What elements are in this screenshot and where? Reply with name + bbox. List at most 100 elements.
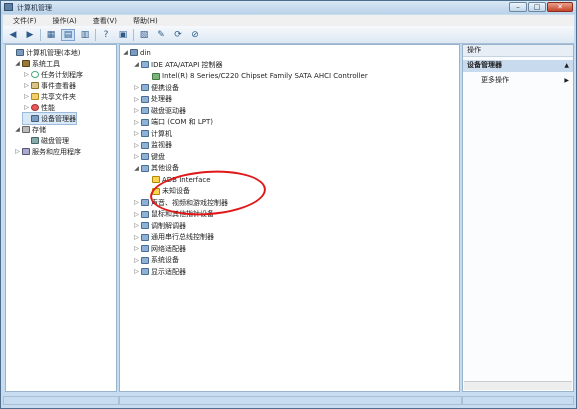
tree-twisty[interactable]: ◢ <box>14 60 21 67</box>
tree-label: 任务计划程序 <box>41 70 83 79</box>
tree-twisty[interactable]: ◢ <box>122 49 129 56</box>
more-actions-link[interactable]: 更多操作 <box>481 75 509 86</box>
actions-section-device-manager[interactable]: 设备管理器 ▲ <box>463 60 573 72</box>
collapse-arrow-icon[interactable]: ▲ <box>564 60 569 71</box>
tree-twisty[interactable]: ▷ <box>133 142 140 149</box>
device-tree-item[interactable]: ▷ 调制解调器 <box>133 220 186 231</box>
device-tree-item[interactable]: ▷ 网络适配器 <box>133 243 186 254</box>
status-cell <box>3 396 119 405</box>
tree-item-device-manager[interactable]: 设备管理器 <box>22 112 77 125</box>
navigation-tree[interactable]: 计算机管理(本地) ◢ 系统工具 ▷ 任务计划程序 ▷ 事件查看器 ▷ 共享文件… <box>5 44 117 392</box>
tree-item-services-applications[interactable]: ▷ 服务和应用程序 <box>14 146 81 157</box>
device-tree-item[interactable]: ▷ 监视器 <box>133 140 172 151</box>
device-tree-item[interactable]: ▷ 通用串行总线控制器 <box>133 232 214 243</box>
more-actions-arrow-icon[interactable]: ▶ <box>564 75 569 86</box>
tree-item-task-scheduler[interactable]: ▷ 任务计划程序 <box>23 69 83 80</box>
tree-twisty[interactable]: ◢ <box>133 165 140 172</box>
properties-icon[interactable]: ▥ <box>78 29 92 41</box>
tree-twisty[interactable]: ▷ <box>23 104 30 111</box>
disable-device-icon[interactable]: ⊘ <box>188 29 202 41</box>
tree-twisty[interactable]: ▷ <box>133 84 140 91</box>
tree-item-disk-management[interactable]: 磁盘管理 <box>23 135 69 146</box>
menu-file[interactable]: 文件(F) <box>3 15 43 26</box>
menu-help[interactable]: 帮助(H) <box>123 15 164 26</box>
tree-twisty[interactable]: ▷ <box>133 153 140 160</box>
tree-item-system-tools[interactable]: ◢ 系统工具 <box>14 58 60 69</box>
device-tree-root[interactable]: ◢ din <box>122 47 151 58</box>
show-action-pane-icon[interactable]: ▣ <box>116 29 130 41</box>
window-title: 计算机管理 <box>17 4 52 12</box>
tree-twisty[interactable]: ▷ <box>133 245 140 252</box>
device-tree-item[interactable]: ▷ 端口 (COM 和 LPT) <box>133 117 213 128</box>
tree-twisty[interactable]: ▷ <box>23 71 30 78</box>
tree-twisty[interactable]: ▷ <box>133 199 140 206</box>
actions-pane: 操作 设备管理器 ▲ 更多操作 ▶ <box>462 44 574 392</box>
device-tree-item[interactable]: ◢ IDE ATA/ATAPI 控制器 <box>133 59 223 70</box>
tree-twisty[interactable]: ▷ <box>133 222 140 229</box>
device-tree-item[interactable]: ▷ 计算机 <box>133 128 172 139</box>
show-hide-tree-icon[interactable]: ▤ <box>61 28 75 41</box>
keyboard-icon <box>141 153 149 160</box>
tree-twisty[interactable]: ▷ <box>133 130 140 137</box>
close-button[interactable]: ✕ <box>547 2 573 12</box>
back-icon[interactable]: ◀ <box>6 29 20 41</box>
toolbar-separator <box>133 28 134 41</box>
tree-item-storage[interactable]: ◢ 存储 <box>14 124 46 135</box>
device-tree-item[interactable]: ▷ 便携设备 <box>133 82 179 93</box>
horizontal-scrollbar[interactable] <box>464 381 572 390</box>
menu-view[interactable]: 查看(V) <box>83 15 123 26</box>
device-tree-item[interactable]: ▷ 显示适配器 <box>133 266 186 277</box>
tree-item-performance[interactable]: ▷ 性能 <box>23 102 55 113</box>
tree-item-computer-management[interactable]: 计算机管理(本地) <box>8 47 80 58</box>
tree-twisty[interactable]: ▷ <box>23 93 30 100</box>
device-tree-item[interactable]: ▷ 键盘 <box>133 151 165 162</box>
device-tree-item[interactable]: Intel(R) 8 Series/C220 Chipset Family SA… <box>144 71 368 82</box>
refresh-icon[interactable]: ⟳ <box>171 29 185 41</box>
tree-item-shared-folders[interactable]: ▷ 共享文件夹 <box>23 91 76 102</box>
monitor-icon <box>141 141 149 149</box>
status-bar <box>3 394 574 407</box>
device-tree-item[interactable]: ▷ 磁盘驱动器 <box>133 105 186 116</box>
network-adapter-icon <box>141 245 149 252</box>
forward-icon[interactable]: ▶ <box>23 29 37 41</box>
tree-twisty[interactable]: ▷ <box>133 96 140 103</box>
tree-twisty[interactable]: ▷ <box>133 107 140 114</box>
menu-action[interactable]: 操作(A) <box>43 15 83 26</box>
device-tree-item-label: IDE ATA/ATAPI 控制器 <box>151 60 223 69</box>
scan-hardware-icon[interactable]: ▧ <box>137 29 151 41</box>
tree-twisty[interactable]: ▷ <box>23 82 30 89</box>
minimize-button[interactable]: – <box>509 2 527 12</box>
display-adapter-icon <box>141 268 149 275</box>
update-driver-icon[interactable]: ✎ <box>154 29 168 41</box>
device-tree[interactable]: ◢ din ◢ IDE ATA/ATAPI 控制器 Intel(R) 8 Serie… <box>119 44 460 392</box>
device-tree-item[interactable]: ▷ 系统设备 <box>133 255 179 266</box>
tree-twisty[interactable]: ▷ <box>133 234 140 241</box>
device-tree-item[interactable]: ▷ 处理器 <box>133 94 172 105</box>
tree-label: 设备管理器 <box>41 114 76 123</box>
menu-bar: 文件(F) 操作(A) 查看(V) 帮助(H) <box>3 15 574 26</box>
up-level-icon[interactable]: ▦ <box>44 29 58 41</box>
tree-twisty[interactable]: ▷ <box>14 148 21 155</box>
tree-twisty[interactable]: ◢ <box>14 126 21 133</box>
tree-twisty[interactable]: ▷ <box>133 257 140 264</box>
status-cell <box>462 396 574 405</box>
device-tree-item[interactable]: ◢ 其他设备 <box>133 163 179 174</box>
tree-label: 系统工具 <box>32 59 60 68</box>
actions-header: 操作 <box>463 45 573 57</box>
actions-section-label: 设备管理器 <box>467 61 502 69</box>
tree-twisty[interactable]: ▷ <box>133 211 140 218</box>
title-bar[interactable]: 计算机管理 – □ ✕ <box>1 1 576 14</box>
services-icon <box>22 148 30 155</box>
tree-twisty[interactable]: ▷ <box>133 268 140 275</box>
device-tree-item-label: 监视器 <box>151 141 172 149</box>
tree-item-event-viewer[interactable]: ▷ 事件查看器 <box>23 80 76 91</box>
sound-icon <box>141 199 149 206</box>
mouse-icon <box>141 210 149 218</box>
tree-label: 性能 <box>41 103 55 112</box>
help-icon[interactable]: ? <box>99 29 113 41</box>
tree-twisty[interactable]: ▷ <box>133 119 140 126</box>
tree-twisty[interactable]: ◢ <box>133 61 140 68</box>
tree-label: 计算机管理(本地) <box>26 48 81 57</box>
device-tree-item-label: 键盘 <box>151 152 165 161</box>
maximize-button[interactable]: □ <box>528 2 546 12</box>
